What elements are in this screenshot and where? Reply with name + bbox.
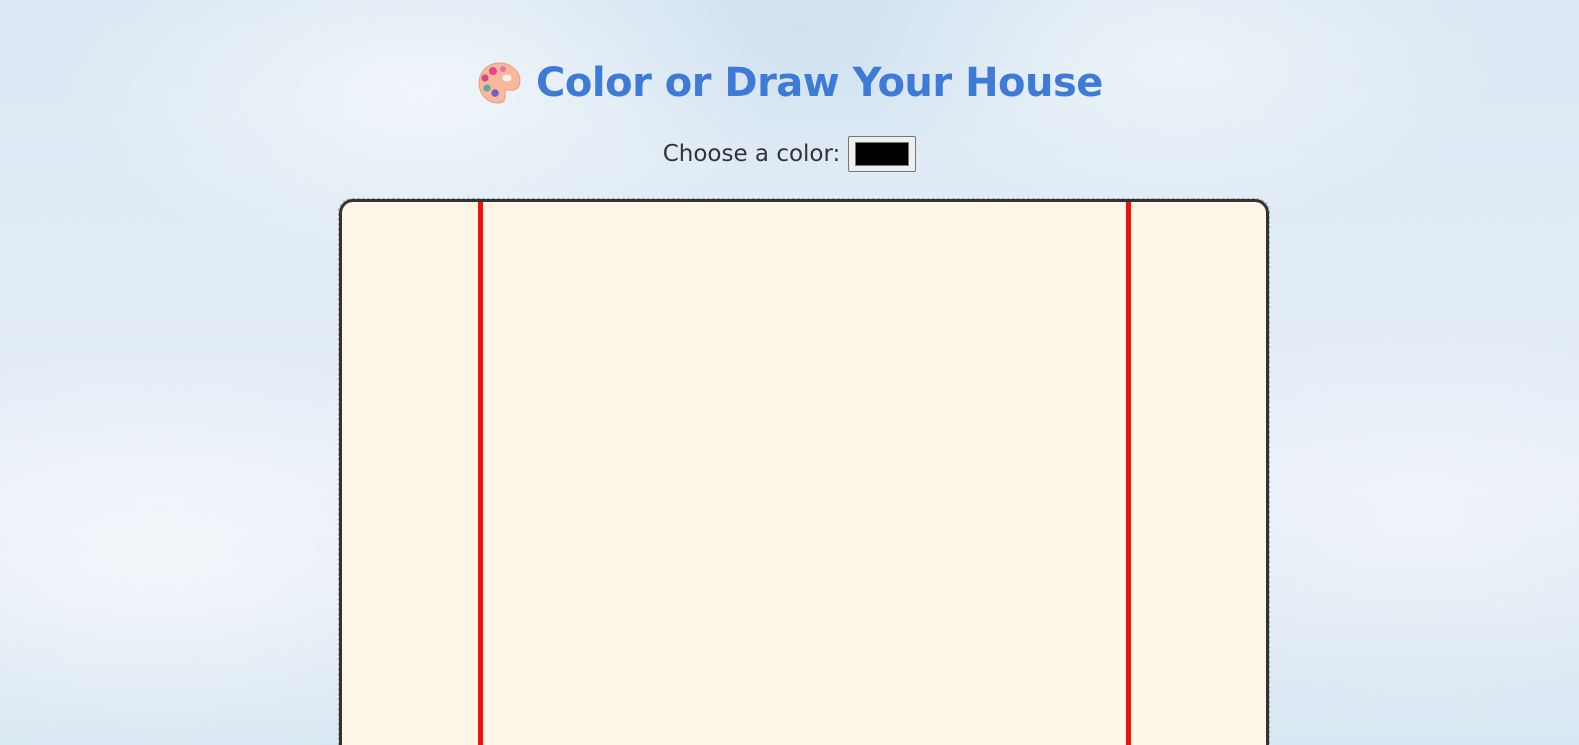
color-picker-input[interactable] — [848, 136, 917, 172]
drawn-stroke-left — [478, 202, 483, 745]
color-chooser: Choose a color: — [0, 135, 1579, 173]
page-title: Color or Draw Your House — [536, 60, 1103, 106]
page-header: Color or Draw Your House — [0, 56, 1579, 110]
color-picker-label: Choose a color: — [662, 141, 841, 167]
color-swatch — [855, 142, 910, 166]
drawing-canvas[interactable] — [339, 199, 1269, 745]
palette-icon — [476, 60, 522, 106]
drawn-stroke-right — [1126, 202, 1131, 745]
